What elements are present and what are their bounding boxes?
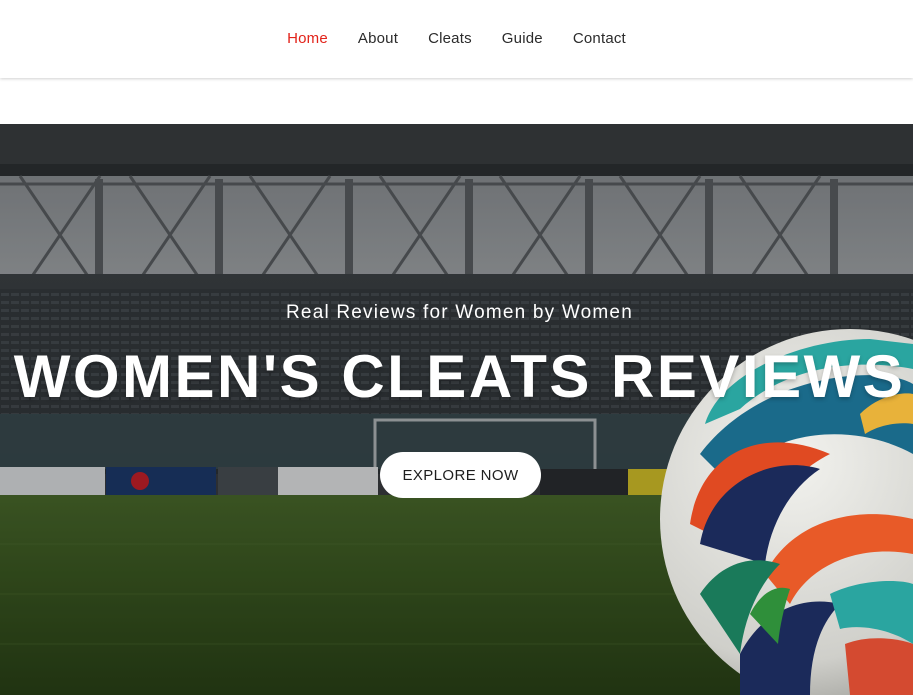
explore-now-button[interactable]: EXPLORE NOW xyxy=(380,452,541,498)
nav-guide-link[interactable]: Guide xyxy=(502,30,543,47)
nav-home-link[interactable]: Home xyxy=(287,30,328,47)
main-nav: Home About Cleats Guide Contact xyxy=(0,30,913,47)
nav-about-link[interactable]: About xyxy=(358,30,398,47)
hero-subtitle: Real Reviews for Women by Women xyxy=(286,302,633,323)
hero-title: WOMEN'S CLEATS REVIEWS xyxy=(13,343,906,410)
site-header: Home About Cleats Guide Contact xyxy=(0,0,913,78)
hero-banner: Real Reviews for Women by Women WOMEN'S … xyxy=(0,124,913,695)
nav-cleats-link[interactable]: Cleats xyxy=(428,30,472,47)
nav-contact-link[interactable]: Contact xyxy=(573,30,626,47)
